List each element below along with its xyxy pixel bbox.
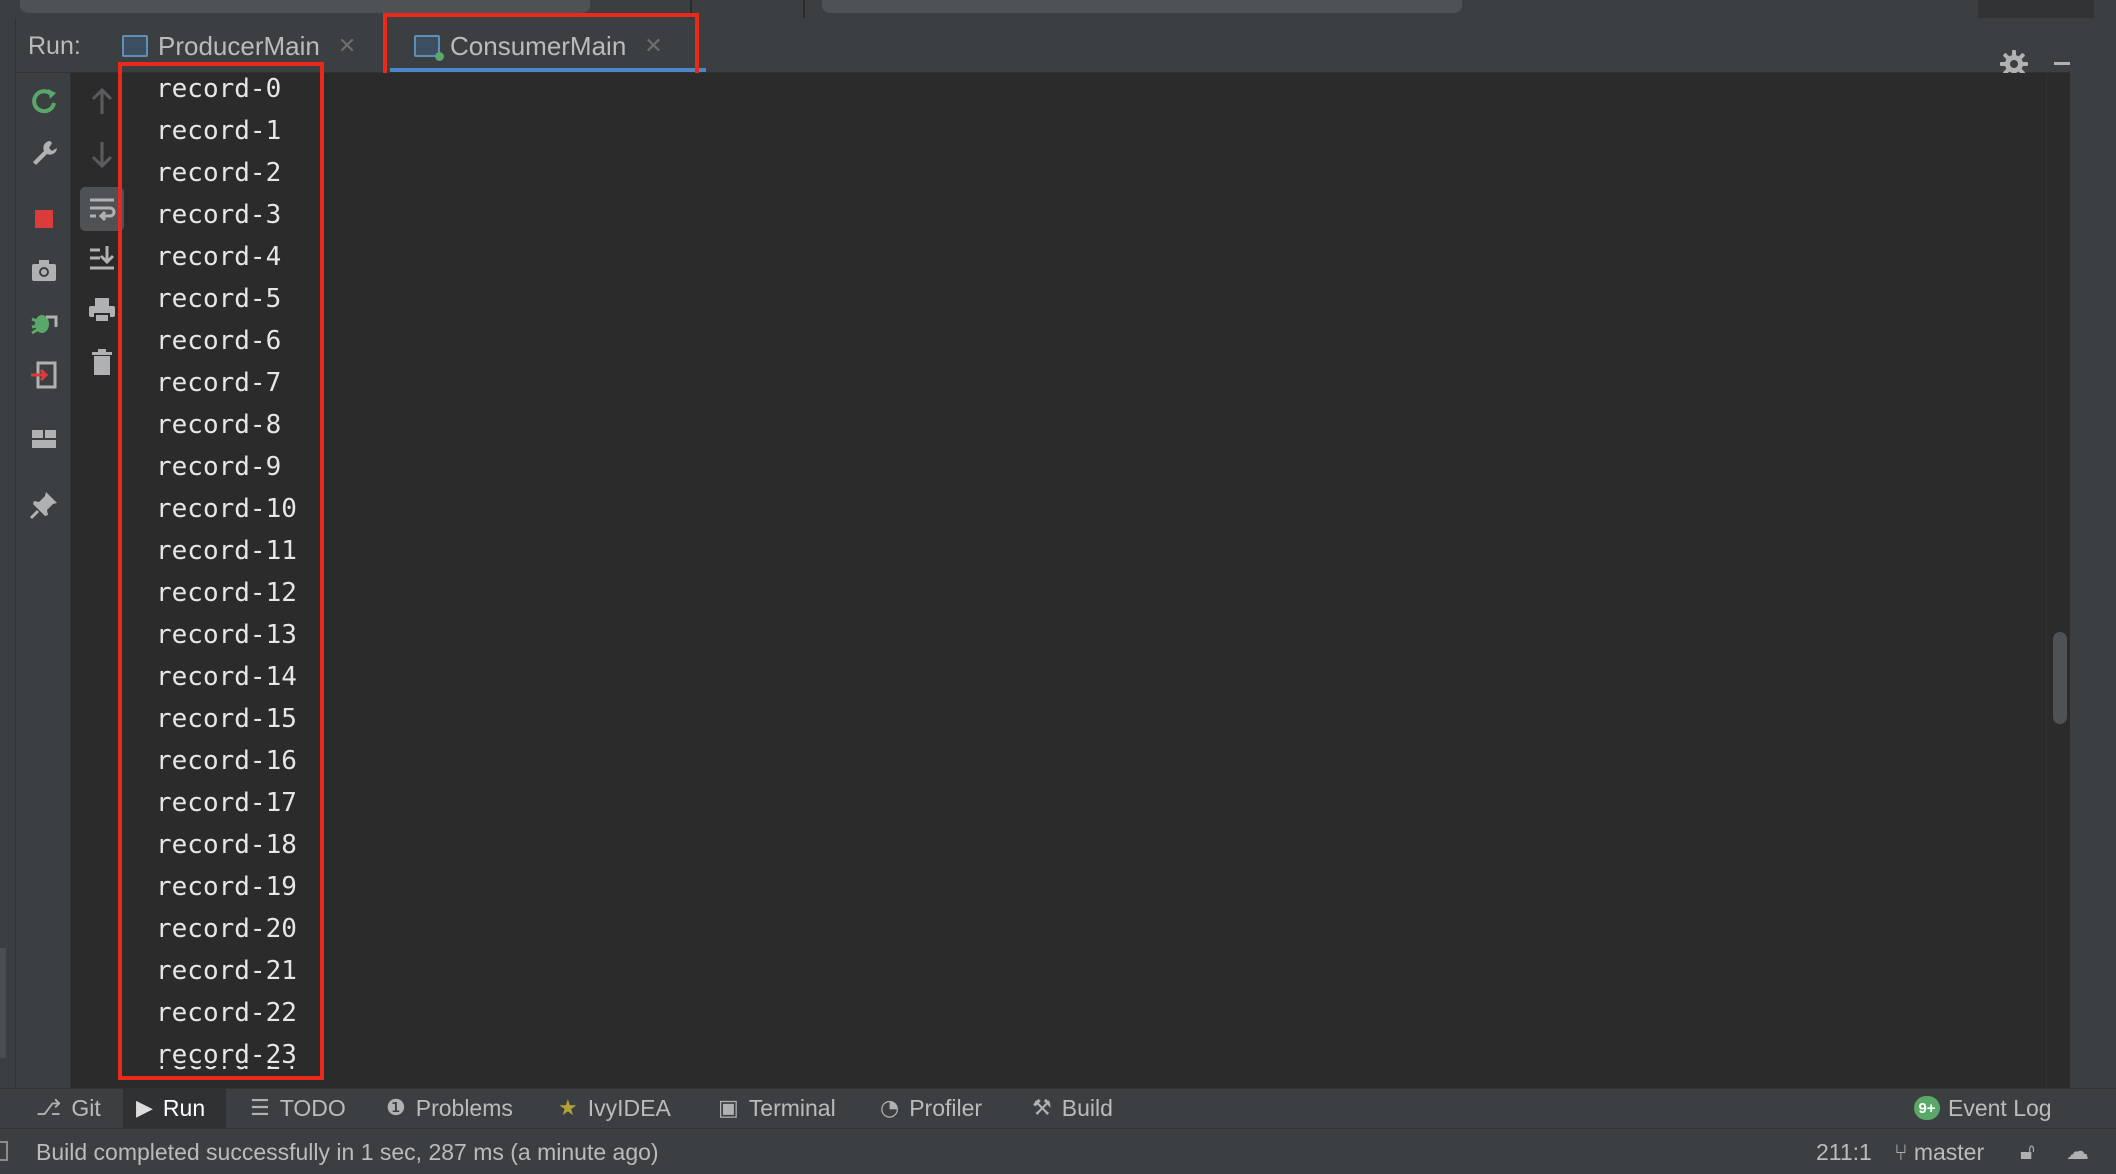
editor-top-strip	[0, 0, 2116, 18]
tool-problems[interactable]: ❶ Problems	[386, 1088, 513, 1128]
tool-label: Terminal	[748, 1094, 836, 1121]
event-log-badge: 9+	[1914, 1096, 1940, 1120]
favorites-vertical-tab[interactable]	[0, 948, 6, 1058]
trash-icon[interactable]	[84, 344, 120, 380]
highlight-box-console	[118, 62, 324, 1080]
highlight-box-tab	[383, 13, 699, 80]
problems-icon: ❶	[386, 1095, 406, 1121]
soft-wrap-icon[interactable]	[84, 191, 120, 227]
exit-icon[interactable]	[26, 357, 62, 393]
layout-icon[interactable]	[26, 421, 62, 457]
hammer-icon: ⚒	[1032, 1095, 1052, 1121]
caret-position[interactable]: 211:1	[1816, 1139, 1872, 1166]
divider	[803, 0, 805, 18]
editor-scroll-segment[interactable]	[822, 0, 1462, 13]
tool-run[interactable]: ▶ Run	[136, 1088, 205, 1128]
tab-label: ProducerMain	[158, 30, 320, 61]
cloud-settings-icon[interactable]: ☁	[2066, 1139, 2089, 1165]
tool-label: Profiler	[909, 1094, 983, 1121]
rerun-icon[interactable]	[26, 83, 62, 119]
tool-todo[interactable]: ☰ TODO	[250, 1088, 346, 1128]
tool-ivyidea[interactable]: ★ IvyIDEA	[558, 1088, 671, 1128]
tool-profiler[interactable]: ◔ Profiler	[880, 1088, 982, 1128]
print-icon[interactable]	[84, 292, 120, 328]
list-icon: ☰	[250, 1095, 270, 1121]
lock-icon[interactable]: 🔓︎	[2020, 1139, 2035, 1165]
tool-event-log[interactable]: 9+ Event Log	[1914, 1088, 2052, 1128]
git-branch-widget[interactable]: ⑂ master	[1894, 1139, 1984, 1166]
profiler-icon: ◔	[880, 1095, 900, 1121]
tool-label: Git	[71, 1094, 101, 1121]
tool-label: Build	[1061, 1094, 1113, 1121]
editor-scroll-segment[interactable]	[20, 0, 590, 13]
run-toolbar	[16, 73, 71, 1088]
tool-build[interactable]: ⚒ Build	[1032, 1088, 1113, 1128]
debug-attach-icon[interactable]	[26, 305, 62, 341]
run-tool-window-header: Run: ProducerMain ✕ ConsumerMain ✕	[16, 18, 2078, 78]
git-branch-icon: ⑂	[1894, 1140, 1908, 1166]
stop-icon[interactable]	[26, 201, 62, 237]
branch-name: master	[1913, 1139, 1985, 1165]
tool-label: Run	[162, 1094, 206, 1121]
run-icon: ▶	[136, 1095, 153, 1121]
scroll-to-end-icon[interactable]	[84, 240, 120, 276]
git-branch-icon: ⎇	[36, 1095, 62, 1121]
right-tool-strip	[2070, 18, 2116, 1088]
up-arrow-icon[interactable]	[84, 84, 120, 120]
left-tool-strip	[0, 18, 16, 1088]
run-label: Run:	[28, 32, 81, 60]
run-config-icon	[122, 35, 148, 57]
camera-icon[interactable]	[26, 253, 62, 289]
editor-gutter-segment	[1978, 0, 2094, 18]
down-arrow-icon[interactable]	[84, 136, 120, 172]
tool-label: Event Log	[1948, 1094, 2052, 1121]
pin-icon[interactable]	[26, 487, 62, 523]
status-bar: Build completed successfully in 1 sec, 2…	[0, 1128, 2116, 1174]
tool-label: IvyIDEA	[587, 1094, 671, 1121]
tool-terminal[interactable]: ▣ Terminal	[718, 1088, 836, 1128]
wrench-icon[interactable]	[26, 135, 62, 171]
tab-producer-main[interactable]: ProducerMain ✕	[122, 26, 356, 66]
scrollbar-thumb[interactable]	[2053, 632, 2067, 724]
close-icon[interactable]: ✕	[338, 33, 356, 59]
terminal-icon: ▣	[718, 1095, 739, 1121]
tool-label: TODO	[279, 1094, 346, 1121]
status-message[interactable]: Build completed successfully in 1 sec, 2…	[36, 1139, 659, 1166]
console-scrollbar[interactable]	[2046, 73, 2070, 1088]
tool-label: Problems	[415, 1094, 513, 1121]
tool-git[interactable]: ⎇ Git	[36, 1088, 101, 1128]
toggle-tool-windows-icon[interactable]	[0, 1141, 8, 1161]
ivy-icon: ★	[558, 1095, 578, 1121]
